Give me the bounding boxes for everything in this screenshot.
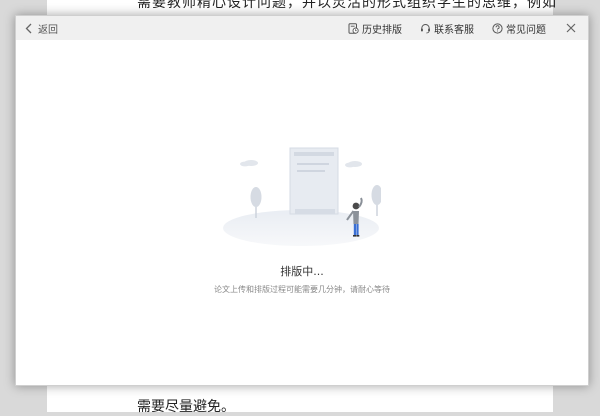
history-layout-button[interactable]: 历史排版 [348, 21, 402, 36]
back-button[interactable]: 返回 [25, 21, 58, 36]
formatting-dialog: 返回 历史排版 联系客服 常见问题 排版中... 论文上传和排版过程可能需要几分… [15, 15, 589, 386]
faq-label: 常见问题 [506, 24, 546, 36]
background-document-text-bottom: 需要尽量避免。 [137, 399, 235, 415]
faq-button[interactable]: 常见问题 [492, 21, 546, 36]
support-label: 联系客服 [434, 24, 474, 36]
contact-support-button[interactable]: 联系客服 [420, 21, 474, 36]
cloud-left-icon [240, 160, 258, 167]
formatting-status-text: 排版中... [280, 265, 324, 278]
tree-right-icon [371, 185, 381, 216]
document-icon [289, 147, 339, 215]
question-icon [492, 22, 503, 34]
history-label: 历史排版 [362, 24, 402, 36]
background-document-text-top: 需要教师精心设计问题，并以灵活的形式组织学生的思维，例如 [137, 0, 557, 11]
dialog-toolbar: 返回 历史排版 联系客服 常见问题 [16, 16, 588, 40]
headset-icon [421, 23, 430, 33]
formatting-illustration [223, 147, 381, 246]
cloud-right-icon [345, 161, 362, 168]
formatting-hint-text: 论文上传和排版过程可能需要几分钟，请耐心等待 [214, 285, 390, 294]
back-label: 返回 [38, 24, 58, 36]
chevron-left-icon [25, 23, 32, 33]
close-icon [566, 23, 576, 33]
history-icon [348, 22, 359, 34]
close-button[interactable] [566, 23, 576, 33]
